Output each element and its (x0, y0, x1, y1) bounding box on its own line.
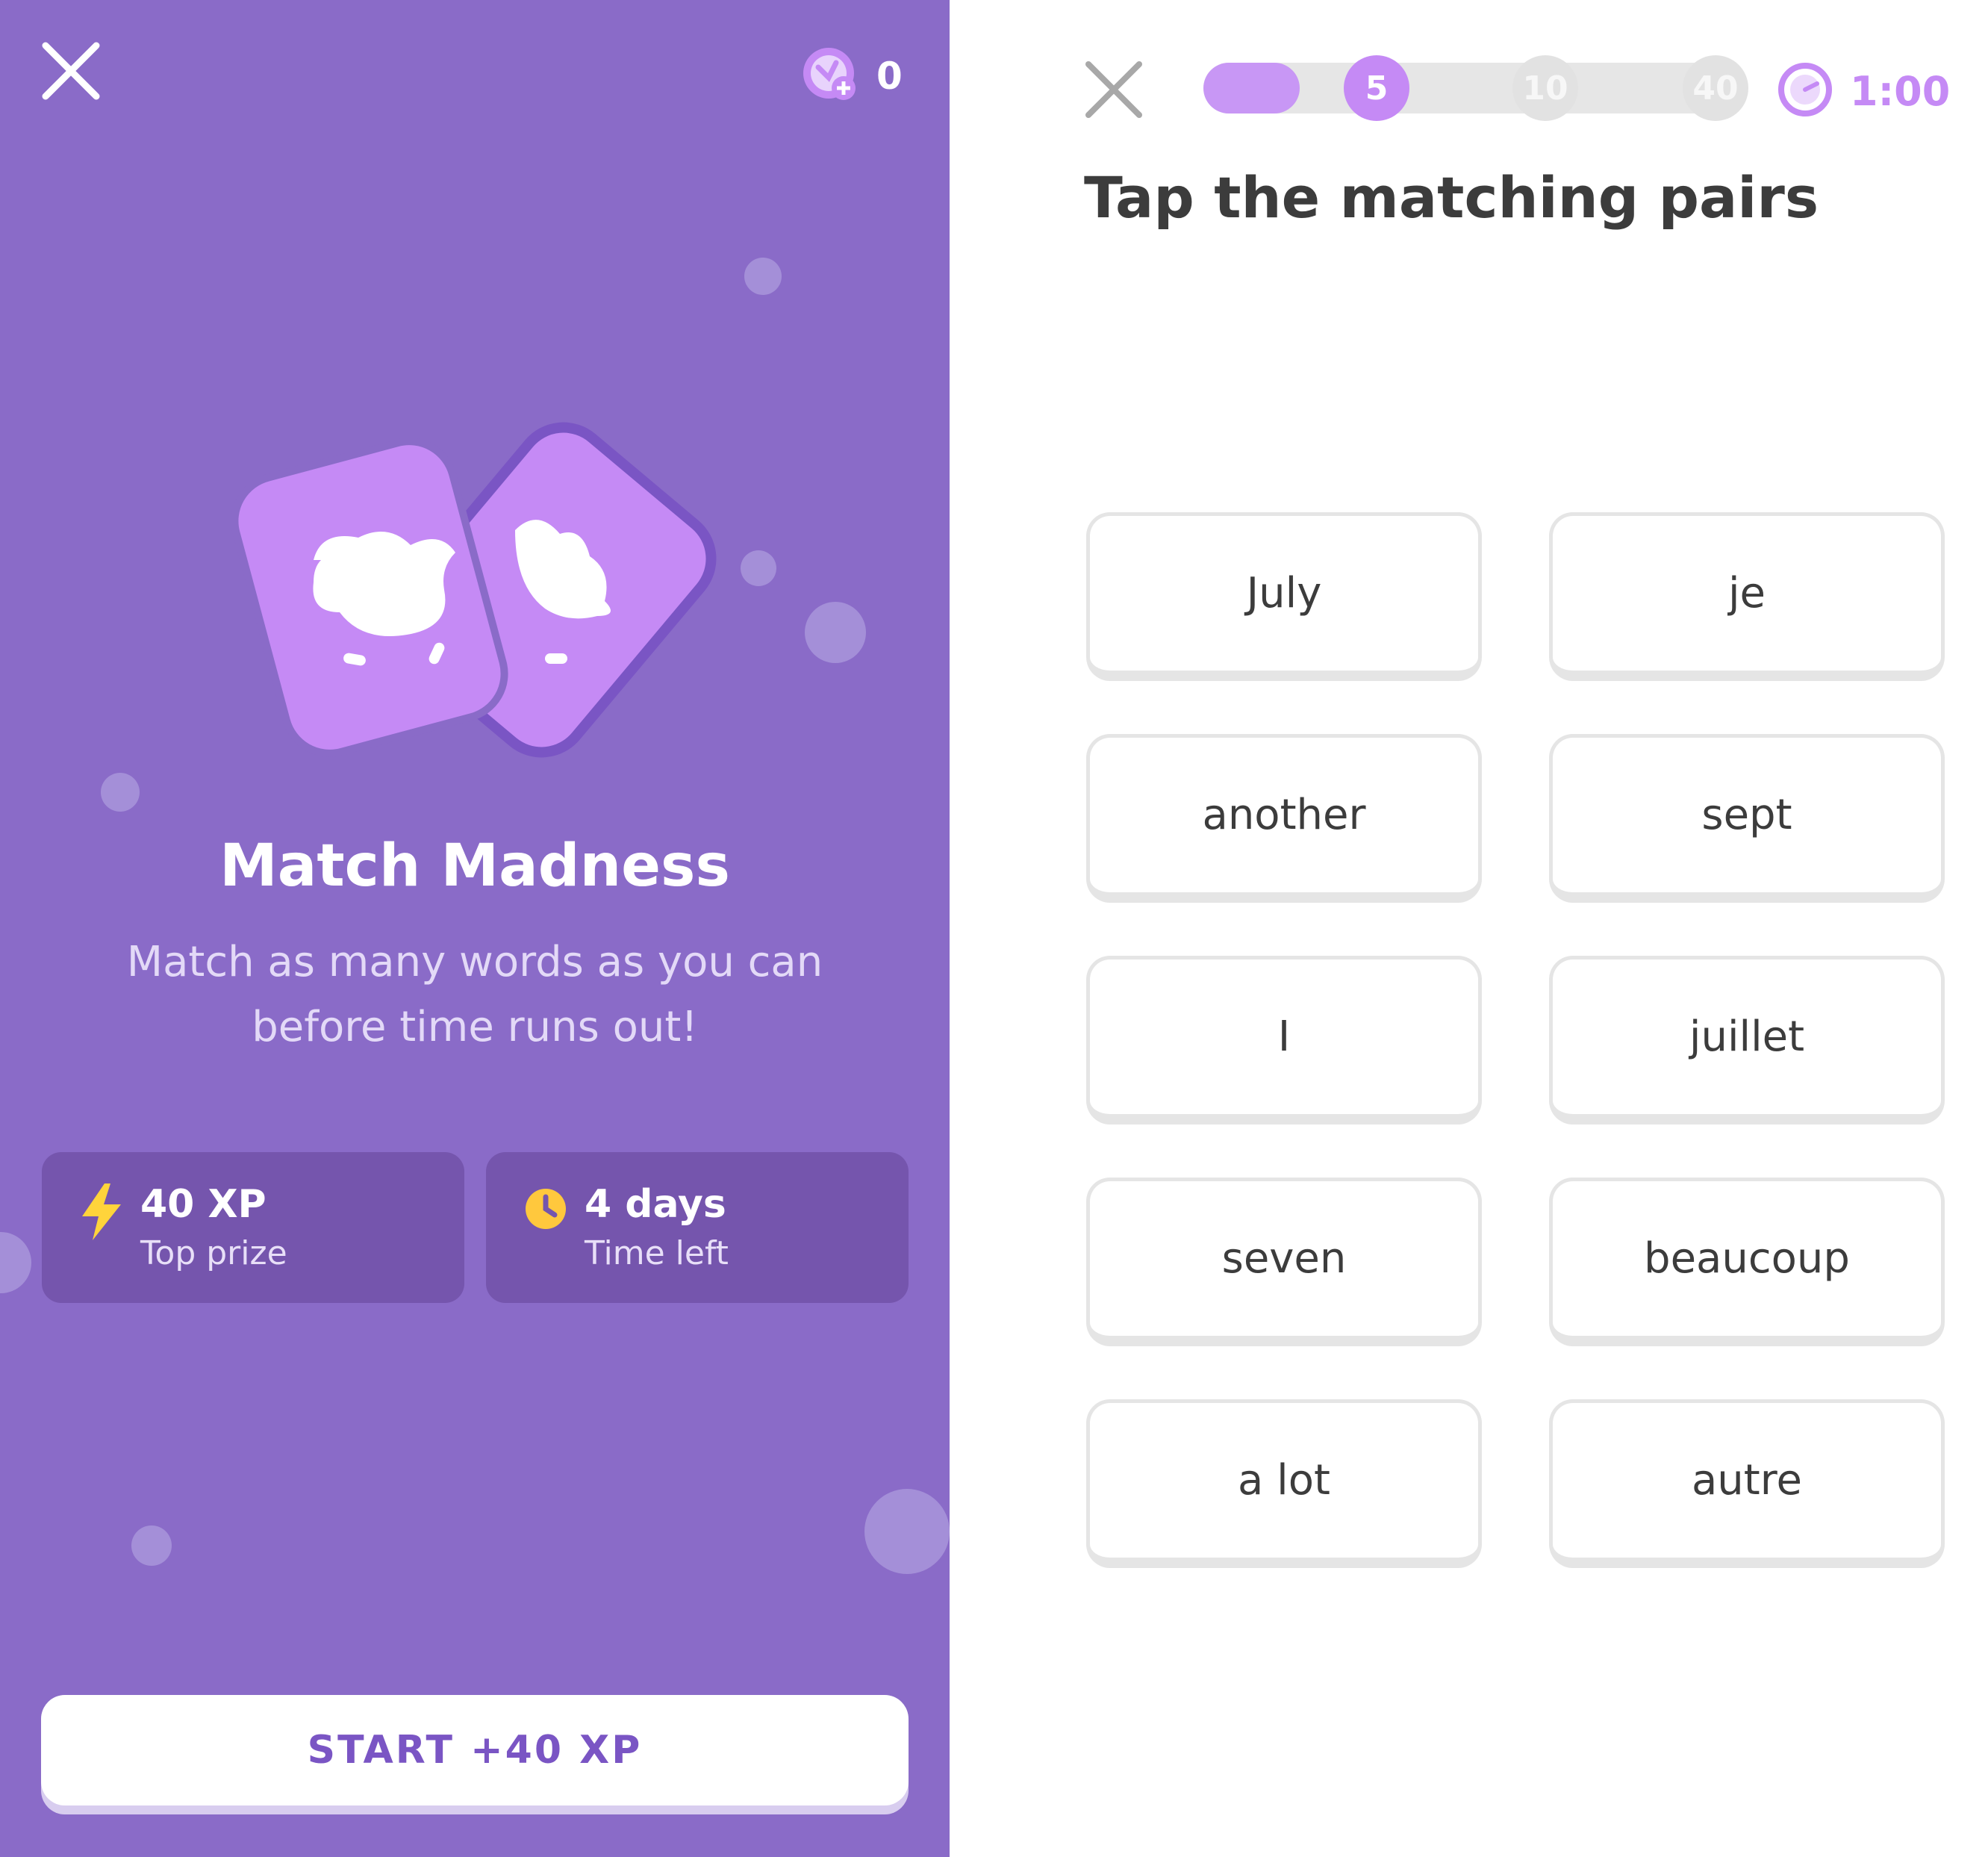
decor-bubble (0, 1232, 31, 1293)
word-tile[interactable]: another (1086, 734, 1482, 903)
word-tile[interactable]: I (1086, 956, 1482, 1125)
timer-value: 1:00 (1850, 67, 1951, 115)
top-prize-value: 40 XP (140, 1182, 267, 1227)
decor-bubble (101, 773, 140, 812)
close-icon[interactable] (41, 41, 101, 101)
word-tile[interactable]: je (1549, 512, 1945, 681)
lightning-icon (79, 1182, 124, 1242)
instruction-text: Tap the matching pairs (1084, 164, 1819, 231)
word-tile[interactable]: juillet (1549, 956, 1945, 1125)
top-prize-card: 40 XP Top prize (42, 1152, 464, 1303)
page-title: Match Madness (219, 833, 730, 900)
decor-bubble (744, 258, 782, 295)
match-madness-intro-panel: 0 Match Madness Match as many words as y… (0, 0, 950, 1857)
matching-cards-icon (231, 418, 724, 769)
time-left-label: Time left (585, 1234, 729, 1272)
word-tile[interactable]: seven (1086, 1178, 1482, 1346)
word-tile[interactable]: beaucoup (1549, 1178, 1945, 1346)
gem-counter[interactable]: 0 (800, 45, 903, 108)
word-tile[interactable]: sept (1549, 734, 1945, 903)
decor-bubble (805, 602, 866, 663)
page-subtitle: Match as many words as you can before ti… (126, 938, 823, 1051)
timer-icon (1777, 61, 1833, 121)
decor-bubble (131, 1525, 172, 1566)
start-button[interactable]: START +40 XP (41, 1695, 909, 1805)
word-tile[interactable]: a lot (1086, 1399, 1482, 1568)
clock-icon (523, 1182, 568, 1242)
milestone-10: 10 (1512, 55, 1578, 121)
time-left-card: 4 days Time left (486, 1152, 909, 1303)
word-tile[interactable]: July (1086, 512, 1482, 681)
gem-count: 0 (876, 55, 903, 98)
close-icon[interactable] (1084, 60, 1144, 119)
milestone-5: 5 (1344, 55, 1409, 121)
decor-bubble (864, 1489, 950, 1574)
top-prize-label: Top prize (140, 1234, 287, 1272)
milestone-40: 40 (1683, 55, 1748, 121)
gem-plus-icon (800, 45, 860, 108)
decor-bubble (741, 550, 776, 586)
progress-fill (1203, 63, 1300, 113)
word-tile[interactable]: autre (1549, 1399, 1945, 1568)
progress-bar: 5 10 40 (1203, 55, 1748, 121)
timer: 1:00 (1777, 61, 1950, 121)
time-left-value: 4 days (585, 1182, 726, 1227)
